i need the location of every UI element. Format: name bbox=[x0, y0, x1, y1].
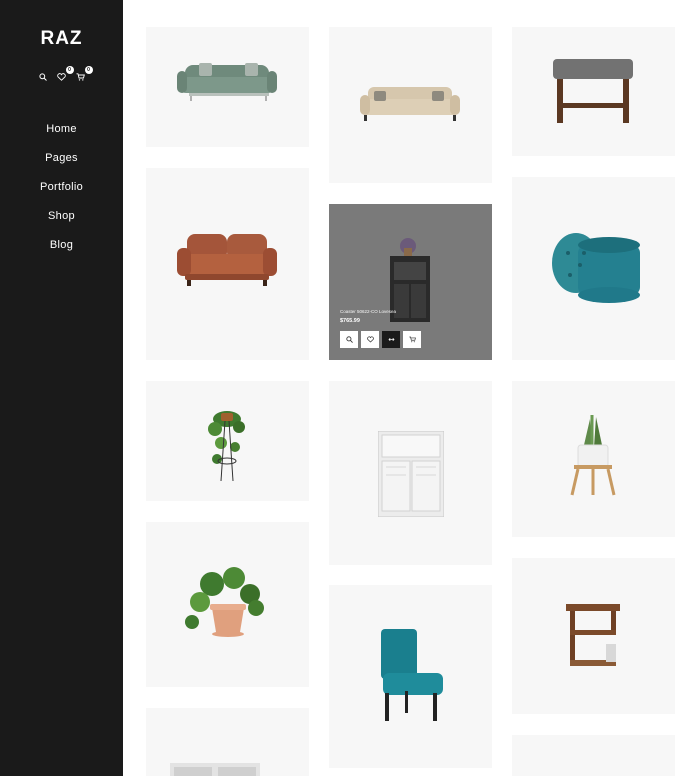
plant-stand-image bbox=[570, 415, 616, 496]
hanging-plant-image bbox=[208, 411, 245, 482]
product-card-side-table[interactable] bbox=[512, 558, 675, 714]
product-card-leather-sofa[interactable] bbox=[146, 168, 309, 360]
nav-link-shop[interactable]: Shop bbox=[48, 208, 75, 224]
nav-item-portfolio: Portfolio bbox=[0, 179, 123, 208]
green-sofa-image bbox=[177, 63, 277, 101]
product-card-hanging-plant[interactable] bbox=[146, 381, 309, 501]
ottoman-image bbox=[552, 233, 640, 303]
nav-item-blog: Blog bbox=[0, 237, 123, 266]
product-actions bbox=[340, 331, 421, 348]
compare-icon bbox=[387, 337, 395, 342]
cart-icon[interactable]: 0 bbox=[76, 66, 93, 82]
leather-sofa-image bbox=[177, 234, 277, 286]
product-card-bench[interactable] bbox=[512, 27, 675, 156]
product-card-green-sofa[interactable] bbox=[146, 27, 309, 147]
product-card-white-tv-stand[interactable] bbox=[146, 708, 309, 776]
product-card-partial[interactable] bbox=[512, 735, 675, 776]
nav-link-pages[interactable]: Pages bbox=[45, 150, 78, 166]
side-table-image bbox=[566, 604, 620, 666]
nav-item-pages: Pages bbox=[0, 150, 123, 179]
product-card-teal-chair[interactable] bbox=[329, 585, 492, 768]
product-card-plant-stand[interactable] bbox=[512, 381, 675, 537]
compare-button[interactable] bbox=[382, 331, 400, 348]
site-logo[interactable]: RAZ bbox=[0, 28, 123, 50]
product-price: $765.99 bbox=[340, 318, 360, 324]
nav-link-portfolio[interactable]: Portfolio bbox=[40, 179, 83, 195]
sidebar: RAZ 0 0 Home Pages Portfolio Shop Blog bbox=[0, 0, 123, 776]
search-icon bbox=[345, 336, 353, 343]
product-card-white-cabinet[interactable] bbox=[329, 381, 492, 565]
tufted-sofa-image bbox=[360, 87, 460, 121]
nav-item-shop: Shop bbox=[0, 208, 123, 237]
product-card-potted-plant[interactable] bbox=[146, 522, 309, 687]
white-cabinet-image bbox=[378, 431, 444, 517]
product-grid: Coaster 50622-CO Lovesea $765.99 bbox=[123, 0, 698, 776]
search-icon[interactable] bbox=[38, 72, 48, 82]
main-nav: Home Pages Portfolio Shop Blog bbox=[0, 121, 123, 266]
nav-item-home: Home bbox=[0, 121, 123, 150]
potted-plant-image bbox=[185, 567, 264, 637]
add-to-wishlist-button[interactable] bbox=[361, 331, 379, 348]
tv-stand-image bbox=[170, 763, 260, 776]
bench-image bbox=[553, 59, 633, 123]
nav-link-blog[interactable]: Blog bbox=[50, 237, 73, 253]
nav-link-home[interactable]: Home bbox=[46, 121, 77, 137]
teal-chair-image bbox=[381, 629, 443, 721]
header-icons: 0 0 bbox=[0, 66, 123, 82]
product-card-teal-ottoman[interactable] bbox=[512, 177, 675, 360]
add-to-cart-button[interactable] bbox=[403, 331, 421, 348]
product-card-tufted-sofa[interactable] bbox=[329, 27, 492, 183]
cart-icon bbox=[408, 336, 416, 343]
heart-icon bbox=[366, 336, 374, 343]
wishlist-count: 0 bbox=[65, 66, 74, 74]
wishlist-icon[interactable]: 0 bbox=[57, 66, 74, 82]
quick-view-button[interactable] bbox=[340, 331, 358, 348]
product-card-featured-cabinet[interactable]: Coaster 50622-CO Lovesea $765.99 bbox=[329, 204, 492, 360]
cart-count: 0 bbox=[84, 66, 93, 74]
product-name[interactable]: Coaster 50622-CO Lovesea bbox=[340, 309, 396, 314]
